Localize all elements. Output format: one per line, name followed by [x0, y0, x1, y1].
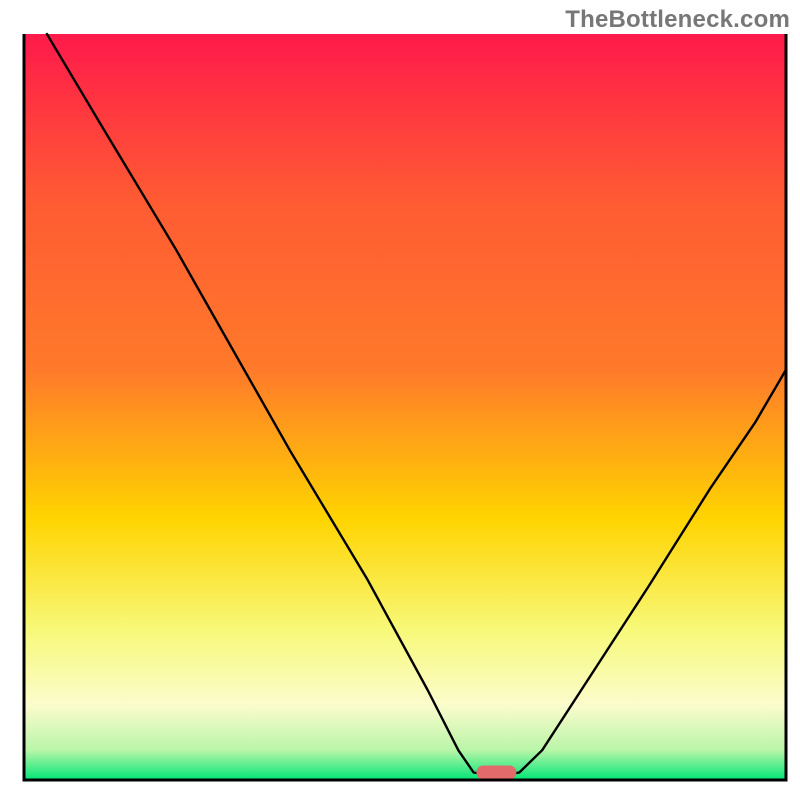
- chart-svg: [0, 0, 800, 800]
- watermark-text: TheBottleneck.com: [565, 6, 790, 34]
- bottleneck-chart: TheBottleneck.com: [0, 0, 800, 800]
- plot-gradient-background: [24, 34, 786, 780]
- optimal-marker: [476, 766, 516, 780]
